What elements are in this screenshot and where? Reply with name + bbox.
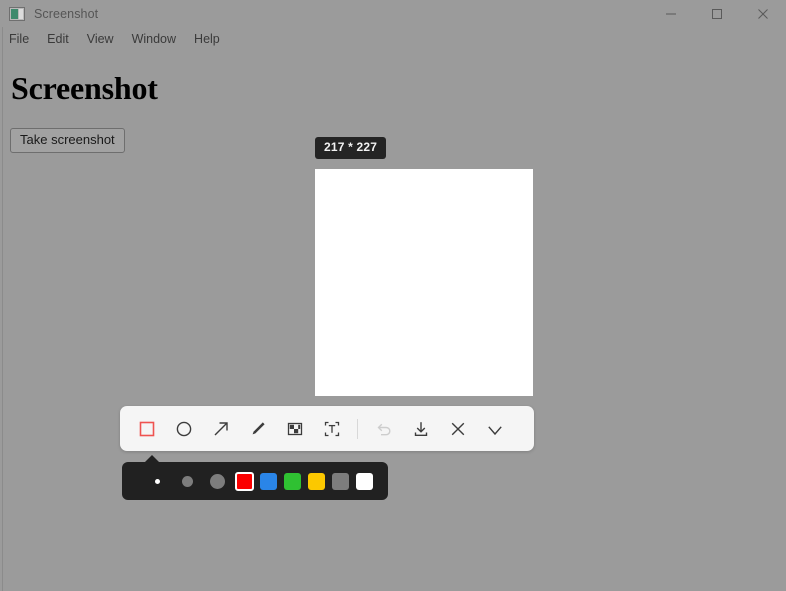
undo-icon bbox=[374, 419, 394, 439]
download-action[interactable] bbox=[402, 412, 439, 446]
color-swatch-gray bbox=[331, 472, 349, 490]
rectangle-tool[interactable] bbox=[128, 412, 165, 446]
title-bar: Screenshot bbox=[0, 0, 786, 27]
text-icon bbox=[322, 419, 342, 439]
color-swatch-blue bbox=[259, 472, 277, 490]
size-medium[interactable] bbox=[172, 462, 202, 500]
close-icon bbox=[448, 419, 468, 439]
undo-action[interactable] bbox=[365, 412, 402, 446]
ellipse-tool[interactable] bbox=[165, 412, 202, 446]
maximize-icon bbox=[711, 8, 723, 20]
capture-region[interactable] bbox=[315, 169, 533, 396]
minimize-button[interactable] bbox=[648, 0, 694, 27]
size-dot-medium-icon bbox=[181, 475, 193, 487]
page-title: Screenshot bbox=[11, 70, 158, 106]
pencil-icon bbox=[248, 419, 268, 439]
annotation-toolbar bbox=[120, 406, 534, 451]
color-white[interactable] bbox=[352, 462, 376, 500]
color-swatch-red bbox=[234, 471, 254, 491]
style-palette bbox=[122, 462, 388, 500]
cancel-action[interactable] bbox=[439, 412, 476, 446]
mosaic-tool[interactable] bbox=[276, 412, 313, 446]
color-swatch-yellow bbox=[307, 472, 325, 490]
close-button[interactable] bbox=[740, 0, 786, 27]
download-icon bbox=[411, 419, 431, 439]
color-swatch-green bbox=[283, 472, 301, 490]
color-swatch-white bbox=[355, 472, 373, 490]
mosaic-icon bbox=[285, 419, 305, 439]
confirm-action[interactable] bbox=[476, 412, 513, 446]
rectangle-icon bbox=[137, 419, 157, 439]
menu-item-window[interactable]: Window bbox=[132, 32, 176, 46]
menu-item-view[interactable]: View bbox=[87, 32, 114, 46]
circle-icon bbox=[174, 419, 194, 439]
menu-item-file[interactable]: File bbox=[9, 32, 29, 46]
window-controls bbox=[648, 0, 786, 27]
style-palette-container bbox=[122, 455, 388, 500]
size-large[interactable] bbox=[202, 462, 232, 500]
check-icon bbox=[485, 419, 505, 439]
menu-bar: File Edit View Window Help bbox=[0, 28, 786, 50]
color-gray[interactable] bbox=[328, 462, 352, 500]
color-green[interactable] bbox=[280, 462, 304, 500]
close-icon bbox=[757, 8, 769, 20]
take-screenshot-button[interactable]: Take screenshot bbox=[10, 128, 125, 153]
color-blue[interactable] bbox=[256, 462, 280, 500]
text-tool[interactable] bbox=[313, 412, 350, 446]
color-red[interactable] bbox=[232, 462, 256, 500]
window-left-border bbox=[2, 27, 3, 591]
color-yellow[interactable] bbox=[304, 462, 328, 500]
size-small[interactable] bbox=[142, 462, 172, 500]
arrow-tool[interactable] bbox=[202, 412, 239, 446]
menu-item-help[interactable]: Help bbox=[194, 32, 220, 46]
pen-tool[interactable] bbox=[239, 412, 276, 446]
window-title: Screenshot bbox=[34, 6, 99, 21]
capture-size-badge: 217 * 227 bbox=[315, 137, 387, 159]
menu-item-edit[interactable]: Edit bbox=[47, 32, 69, 46]
toolbar-divider bbox=[357, 418, 358, 439]
app-window-icon bbox=[9, 6, 25, 21]
size-dot-large-icon bbox=[209, 473, 225, 489]
minimize-icon bbox=[665, 8, 677, 20]
arrow-icon bbox=[211, 419, 231, 439]
maximize-button[interactable] bbox=[694, 0, 740, 27]
size-dot-small-icon bbox=[154, 478, 160, 484]
